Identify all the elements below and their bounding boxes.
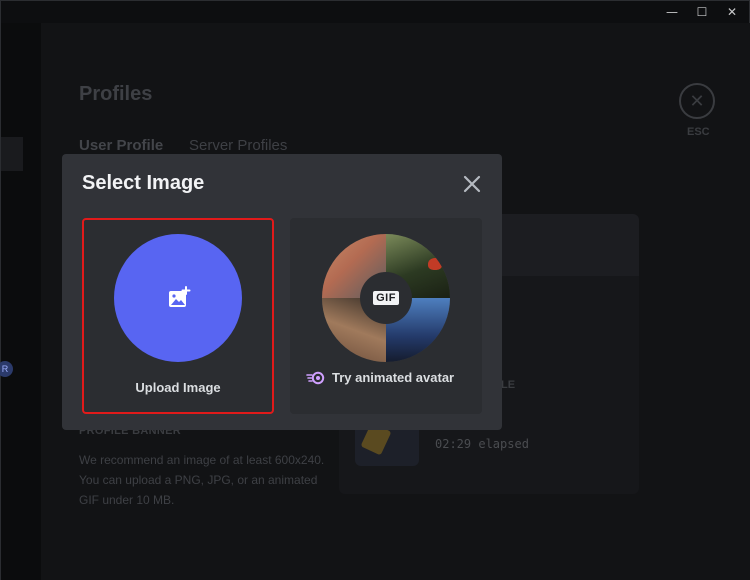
minimize-icon: — xyxy=(666,5,678,19)
animated-avatar-option[interactable]: GIF Try animated avatar xyxy=(290,218,482,414)
close-button[interactable] xyxy=(460,172,484,196)
maximize-icon: ☐ xyxy=(696,5,708,19)
esc-close-icon: ✕ xyxy=(679,83,715,119)
activity-heading: LE xyxy=(501,379,516,391)
nitro-icon xyxy=(306,371,325,384)
close-icon xyxy=(463,175,481,193)
sidebar-item-selected xyxy=(1,137,23,171)
activity-elapsed: 02:29 elapsed xyxy=(435,437,529,451)
gif-badge: GIF xyxy=(360,272,412,324)
esc-label: ESC xyxy=(687,126,710,138)
upload-image-option[interactable]: Upload Image xyxy=(82,218,274,414)
upload-image-label: Upload Image xyxy=(135,380,221,395)
gif-badge-text: GIF xyxy=(373,291,399,305)
page-title: Profiles xyxy=(79,83,153,105)
maximize-button[interactable]: ☐ xyxy=(685,1,719,23)
flower-shape xyxy=(428,258,442,270)
tab-user-profile: User Profile xyxy=(79,137,164,154)
image-plus-icon xyxy=(169,286,191,307)
animated-avatar-label: Try animated avatar xyxy=(332,370,455,385)
settings-sidebar xyxy=(1,23,41,580)
window-close-icon: ✕ xyxy=(726,5,738,19)
tab-server-profiles: Server Profiles xyxy=(189,137,288,154)
profile-banner-description: We recommend an image of at least 600x24… xyxy=(79,453,325,507)
app-window: — ☐ ✕ R Profiles User Profile Server Pro… xyxy=(0,0,750,580)
upload-image-circle[interactable] xyxy=(114,234,242,362)
modal-title: Select Image xyxy=(82,172,205,194)
window-close-button[interactable]: ✕ xyxy=(715,1,749,23)
animated-avatar-row: Try animated avatar xyxy=(306,370,454,385)
gif-preview[interactable]: GIF xyxy=(322,234,450,362)
minimize-button[interactable]: — xyxy=(655,1,689,23)
select-image-modal: Select Image Upload Image GIF Try animat… xyxy=(62,154,502,430)
